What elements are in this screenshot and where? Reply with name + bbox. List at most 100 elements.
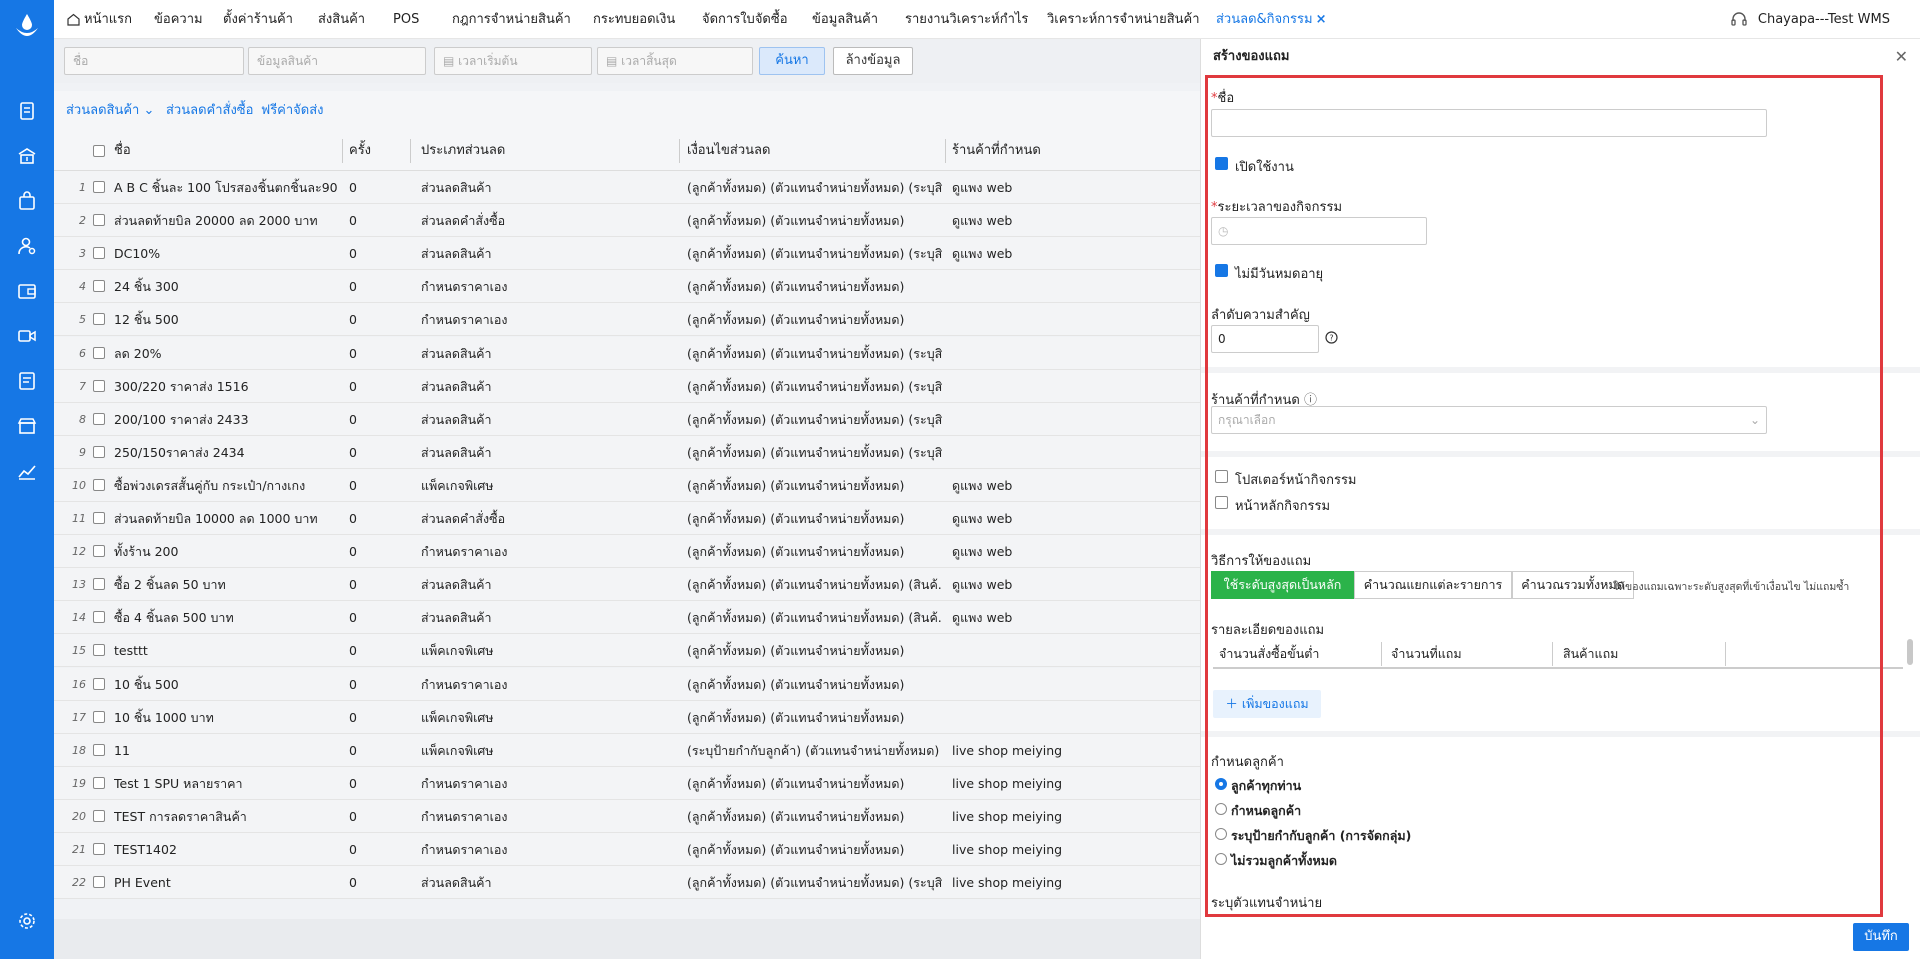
- table-row[interactable]: 7 300/220 ราคาส่ง 1516 0 ส่วนลดสินค้า (ลูกค้…: [54, 369, 1200, 403]
- table-row[interactable]: 18 11 0 แพ็คเกจพิเศษ (ระบุป้ายกำกับลูกค้า) (…: [54, 733, 1200, 767]
- row-number: 7: [79, 379, 86, 393]
- column-divider[interactable]: [679, 139, 680, 163]
- document-icon[interactable]: [17, 101, 37, 121]
- row-checkbox[interactable]: [93, 644, 105, 657]
- table-row[interactable]: 19 Test 1 SPU หลายราคา 0 กำหนดราคาเอง (ลูกค้…: [54, 766, 1200, 800]
- trend-chart-icon[interactable]: [17, 461, 37, 481]
- row-checkbox[interactable]: [93, 247, 105, 260]
- column-divider[interactable]: [945, 139, 946, 163]
- report-icon[interactable]: [17, 371, 37, 391]
- table-row[interactable]: 12 ทั้งร้าน 200 0 กำหนดราคาเอง (ลูกค้าทั้งหม…: [54, 535, 1200, 569]
- row-checkbox[interactable]: [93, 214, 105, 227]
- search-button[interactable]: ค้นหา: [759, 47, 825, 75]
- close-icon[interactable]: ✕: [1895, 47, 1908, 66]
- table-row[interactable]: 22 PH Event 0 ส่วนลดสินค้า (ลูกค้าทั้งหมด) (…: [54, 866, 1200, 900]
- row-number: 8: [79, 412, 86, 426]
- table-row[interactable]: 9 250/150ราคาส่ง 2434 0 ส่วนลดสินค้า (ลูกค้า…: [54, 435, 1200, 469]
- cell-condition: (ลูกค้าทั้งหมด) (ตัวแทนจำหน่ายทั้งหมด) (…: [687, 875, 942, 891]
- row-checkbox[interactable]: [93, 445, 105, 458]
- gear-icon[interactable]: [17, 911, 37, 931]
- row-checkbox[interactable]: [93, 809, 105, 822]
- tab-shipping[interactable]: ส่งสินค้า: [318, 0, 365, 39]
- row-checkbox[interactable]: [93, 843, 105, 855]
- tab-discounts-activities[interactable]: ส่วนลด&กิจกรรม ×: [1216, 0, 1326, 39]
- tab-reconciliation[interactable]: กระทบยอดเงิน: [593, 0, 675, 39]
- row-checkbox[interactable]: [93, 677, 105, 690]
- row-checkbox[interactable]: [93, 181, 105, 193]
- table-row[interactable]: 14 ซื้อ 4 ชิ้นลด 500 บาท 0 ส่วนลดสินค้า (ลูก…: [54, 601, 1200, 635]
- table-row[interactable]: 4 24 ชิ้น 300 0 กำหนดราคาเอง (ลูกค้าทั้งหมด)…: [54, 270, 1200, 304]
- table-row[interactable]: 21 TEST1402 0 กำหนดราคาเอง (ลูกค้าทั้งหมด) (…: [54, 833, 1200, 866]
- row-checkbox[interactable]: [93, 743, 105, 756]
- cell-times: 0: [349, 345, 357, 361]
- row-checkbox[interactable]: [93, 710, 105, 723]
- tab-pos[interactable]: POS: [393, 0, 419, 39]
- search-bar: ชื่อ ข้อมูลสินค้า ▤ เวลาเริ่มต้น ▤ เวลาส…: [54, 39, 1200, 83]
- table-row[interactable]: 10 ซื้อพ่วงเดรสสั้นคู่กับ กระเป๋า/กางเกง 0…: [54, 468, 1200, 502]
- row-checkbox[interactable]: [93, 313, 105, 326]
- app-logo-icon[interactable]: [12, 12, 42, 42]
- table-row[interactable]: 13 ซื้อ 2 ชิ้นลด 50 บาท 0 ส่วนลดสินค้า (ลูกค…: [54, 568, 1200, 602]
- video-icon[interactable]: [17, 326, 37, 346]
- row-checkbox[interactable]: [93, 412, 105, 425]
- table-row[interactable]: 8 200/100 ราคาส่ง 2433 0 ส่วนลดสินค้า (ลูกค้…: [54, 402, 1200, 436]
- discount-list-area: ชื่อ ข้อมูลสินค้า ▤ เวลาเริ่มต้น ▤ เวลาส…: [54, 39, 1200, 959]
- row-checkbox[interactable]: [93, 478, 105, 491]
- row-checkbox[interactable]: [93, 776, 105, 789]
- cell-type: กำหนดราคาเอง: [421, 279, 508, 295]
- tab-sales-rules[interactable]: กฎการจำหน่ายสินค้า: [452, 0, 571, 39]
- highlight-box: [1205, 75, 1883, 917]
- tab-home[interactable]: หน้าแรก: [67, 0, 132, 39]
- row-checkbox[interactable]: [93, 611, 105, 624]
- row-checkbox[interactable]: [93, 578, 105, 591]
- product-search-input[interactable]: ข้อมูลสินค้า: [248, 47, 426, 75]
- tab-profit-report[interactable]: รายงานวิเคราะห์กำไร: [905, 0, 1028, 39]
- filter-product-discount[interactable]: ส่วนลดสินค้า ⌄: [66, 91, 154, 131]
- table-row[interactable]: 11 ส่วนลดท้ายบิล 10000 ลด 1000 บาท 0 ส่วนลด…: [54, 502, 1200, 535]
- start-time-input[interactable]: ▤ เวลาเริ่มต้น: [434, 47, 592, 75]
- tab-sales-analysis[interactable]: วิเคราะห์การจำหน่ายสินค้า: [1047, 0, 1200, 39]
- cell-times: 0: [349, 676, 357, 692]
- table-row[interactable]: 1 A B C ชิ้นละ 100 โปรสองชิ้นตกชิ้นละ90 0 ส…: [54, 171, 1200, 204]
- store-icon[interactable]: [17, 416, 37, 436]
- bank-icon[interactable]: [17, 146, 37, 166]
- user-settings-icon[interactable]: [17, 236, 37, 256]
- table-row[interactable]: 16 10 ชิ้น 500 0 กำหนดราคาเอง (ลูกค้าทั้งหมด…: [54, 667, 1200, 701]
- close-tab-icon[interactable]: ×: [1316, 12, 1327, 27]
- tab-store-settings[interactable]: ตั้งค่าร้านค้า: [223, 0, 293, 39]
- table-row[interactable]: 15 testtt 0 แพ็คเกจพิเศษ (ลูกค้าทั้งหมด) (ตั…: [54, 634, 1200, 668]
- column-divider[interactable]: [410, 139, 411, 163]
- table-row[interactable]: 6 ลด 20% 0 ส่วนลดสินค้า (ลูกค้าทั้งหมด) (ตัว…: [54, 336, 1200, 370]
- table-row[interactable]: 5 12 ชิ้น 500 0 กำหนดราคาเอง (ลูกค้าทั้งหมด)…: [54, 303, 1200, 337]
- table-row[interactable]: 3 DC10% 0 ส่วนลดสินค้า (ลูกค้าทั้งหมด) (ตัวแ…: [54, 237, 1200, 271]
- cell-name: ทั้งร้าน 200: [114, 544, 179, 560]
- tab-messages[interactable]: ข้อความ: [154, 0, 203, 39]
- end-time-input[interactable]: ▤ เวลาสิ้นสุด: [597, 47, 753, 75]
- row-checkbox[interactable]: [93, 379, 105, 392]
- tab-purchase-orders[interactable]: จัดการใบจัดซื้อ: [702, 0, 788, 39]
- cell-name: Test 1 SPU หลายราคา: [114, 775, 243, 791]
- wallet-icon[interactable]: [17, 281, 37, 301]
- name-search-input[interactable]: ชื่อ: [64, 47, 244, 75]
- shopping-bag-icon[interactable]: [17, 191, 37, 211]
- table-row[interactable]: 2 ส่วนลดท้ายบิล 20000 ลด 2000 บาท 0 ส่วนลดค…: [54, 204, 1200, 238]
- select-all-checkbox[interactable]: [93, 145, 105, 157]
- table-row[interactable]: 20 TEST การลดราคาสินค้า 0 กำหนดราคาเอง (ลูกค…: [54, 799, 1200, 833]
- table-row[interactable]: 17 10 ชิ้น 1000 บาท 0 แพ็คเกจพิเศษ (ลูกค้าทั…: [54, 700, 1200, 734]
- clear-button[interactable]: ล้างข้อมูล: [833, 47, 913, 75]
- tab-product-info[interactable]: ข้อมูลสินค้า: [812, 0, 878, 39]
- cell-times: 0: [349, 842, 357, 857]
- headset-icon[interactable]: [1730, 11, 1748, 29]
- user-name[interactable]: Chayapa---Test WMS: [1758, 0, 1890, 39]
- filter-order-discount[interactable]: ส่วนลดคำสั่งซื้อ: [166, 91, 253, 131]
- panel-scrollbar[interactable]: [1907, 639, 1913, 665]
- row-checkbox[interactable]: [93, 545, 105, 558]
- row-checkbox[interactable]: [93, 346, 105, 359]
- save-button[interactable]: บันทึก: [1853, 923, 1909, 951]
- row-checkbox[interactable]: [93, 876, 105, 889]
- row-checkbox[interactable]: [93, 512, 105, 524]
- filter-free-shipping[interactable]: ฟรีค่าจัดส่ง: [261, 91, 324, 131]
- column-divider[interactable]: [342, 139, 343, 163]
- row-checkbox[interactable]: [93, 280, 105, 293]
- cell-name: ลด 20%: [114, 345, 162, 361]
